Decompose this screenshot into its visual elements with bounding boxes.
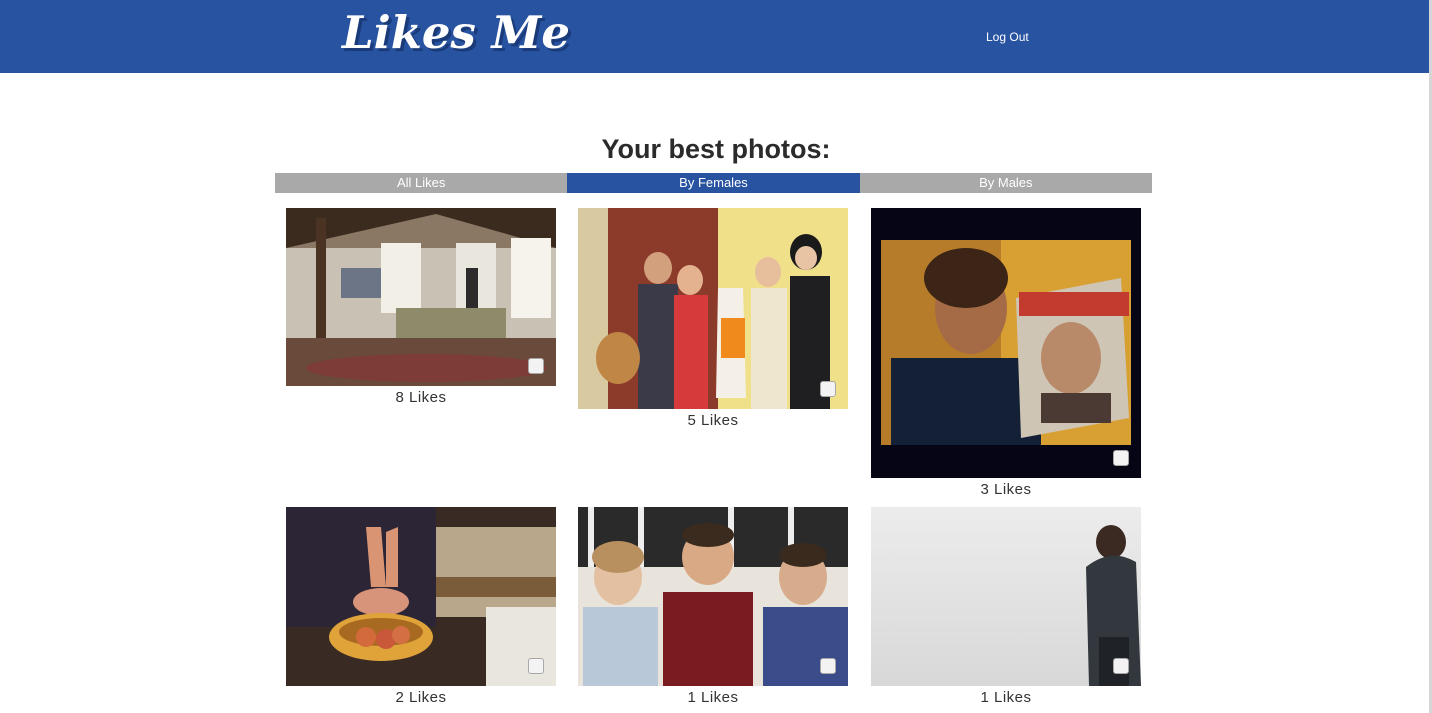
likes-count: 1 Likes (980, 689, 1032, 706)
photo-card-image[interactable] (286, 208, 556, 386)
photo-card-image[interactable] (286, 507, 556, 686)
photo-costume-party (578, 208, 848, 409)
select-checkbox[interactable] (528, 658, 544, 674)
tab-bar: All Likes By Females By Males (275, 173, 1152, 193)
top-bar: Likes Me Log Out (0, 0, 1429, 73)
logo[interactable]: Likes Me (342, 6, 570, 59)
photo-card-image[interactable] (578, 507, 848, 686)
likes-count: 5 Likes (687, 412, 739, 429)
likes-count: 1 Likes (687, 689, 739, 706)
photo-card-image[interactable] (871, 208, 1141, 478)
photo-living-room (286, 208, 556, 386)
photo-eggs (286, 507, 556, 686)
tab-by-males[interactable]: By Males (859, 173, 1152, 193)
tab-all-likes[interactable]: All Likes (275, 173, 568, 193)
likes-count: 2 Likes (395, 689, 447, 706)
photo-card-image[interactable] (578, 208, 848, 409)
photo-card-image[interactable] (871, 507, 1141, 686)
logout-link[interactable]: Log Out (986, 30, 1029, 44)
photo-fog (871, 507, 1141, 686)
page-title: Your best photos: (601, 134, 831, 164)
select-checkbox[interactable] (528, 358, 544, 374)
photo-magazine (871, 208, 1141, 478)
photo-kids (578, 507, 848, 686)
select-checkbox[interactable] (1113, 450, 1129, 466)
select-checkbox[interactable] (820, 381, 836, 397)
likes-count: 3 Likes (980, 481, 1032, 498)
tab-by-females[interactable]: By Females (567, 173, 860, 193)
select-checkbox[interactable] (1113, 658, 1129, 674)
likes-count: 8 Likes (395, 389, 447, 406)
select-checkbox[interactable] (820, 658, 836, 674)
